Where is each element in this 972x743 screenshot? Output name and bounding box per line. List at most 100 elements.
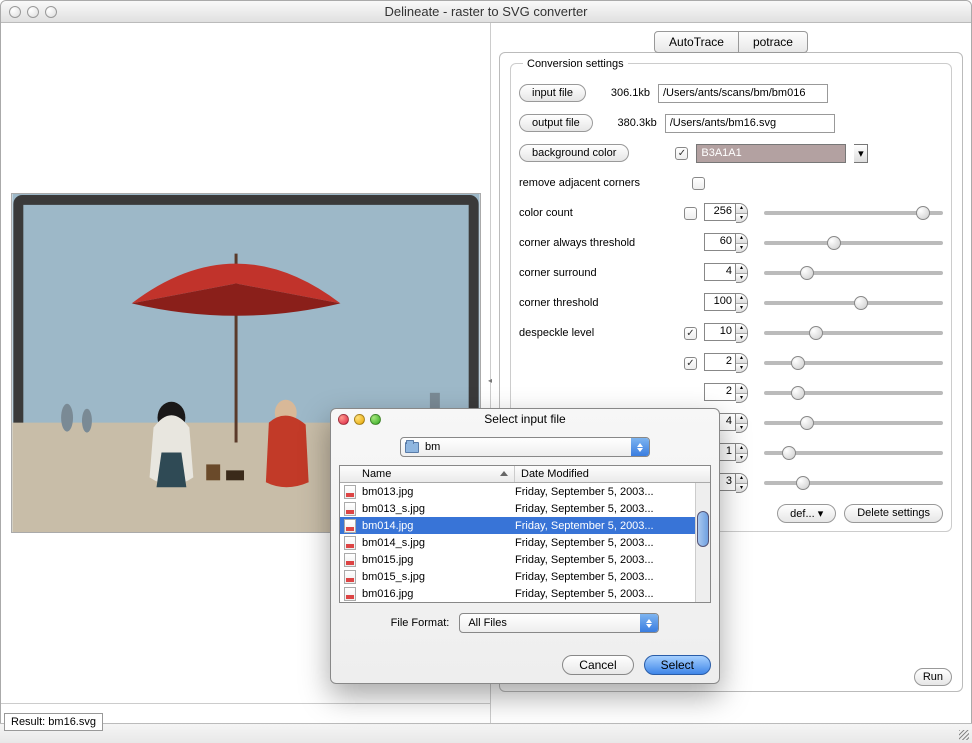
bgcolor-button[interactable]: background color — [519, 144, 629, 162]
spin-up-icon[interactable]: ▴ — [736, 324, 747, 333]
file-name: bm014_s.jpg — [360, 537, 515, 549]
setting-spinner[interactable]: 256 ▴▾ — [704, 203, 748, 223]
fieldset-legend: Conversion settings — [523, 58, 628, 70]
spin-up-icon[interactable]: ▴ — [736, 234, 747, 243]
spinner-value[interactable]: 100 — [704, 293, 736, 311]
spin-down-icon[interactable]: ▾ — [736, 423, 747, 432]
spinner-value[interactable]: 2 — [704, 353, 736, 371]
file-row[interactable]: bm014.jpg Friday, September 5, 2003... — [340, 517, 710, 534]
file-row[interactable]: bm016.jpg Friday, September 5, 2003... — [340, 585, 710, 602]
file-row[interactable]: bm014_s.jpg Friday, September 5, 2003... — [340, 534, 710, 551]
spinner-value[interactable]: 60 — [704, 233, 736, 251]
spin-up-icon[interactable]: ▴ — [736, 444, 747, 453]
bgcolor-checkbox[interactable]: ✓ — [675, 147, 688, 160]
spinner-value[interactable]: 2 — [704, 383, 736, 401]
delete-settings-button[interactable]: Delete settings — [844, 504, 943, 523]
spin-up-icon[interactable]: ▴ — [736, 414, 747, 423]
input-file-button[interactable]: input file — [519, 84, 586, 102]
file-date: Friday, September 5, 2003... — [515, 588, 710, 600]
input-file-path[interactable] — [658, 84, 828, 103]
spin-down-icon[interactable]: ▾ — [736, 273, 747, 282]
slider-thumb[interactable] — [854, 296, 868, 310]
setting-slider[interactable] — [764, 451, 943, 455]
remove-adj-checkbox[interactable] — [692, 177, 705, 190]
folder-name: bm — [425, 441, 440, 453]
select-button[interactable]: Select — [644, 655, 711, 675]
split-handle[interactable]: ◂ — [485, 370, 495, 390]
setting-slider[interactable] — [764, 301, 943, 305]
spinner-value[interactable]: 4 — [704, 263, 736, 281]
setting-spinner[interactable]: 4 ▴▾ — [704, 263, 748, 283]
window-title: Delineate - raster to SVG converter — [1, 4, 971, 19]
slider-thumb[interactable] — [809, 326, 823, 340]
spin-up-icon[interactable]: ▴ — [736, 264, 747, 273]
spin-down-icon[interactable]: ▾ — [736, 393, 747, 402]
file-name: bm015_s.jpg — [360, 571, 515, 583]
slider-thumb[interactable] — [791, 356, 805, 370]
column-name[interactable]: Name — [340, 466, 515, 482]
setting-slider[interactable] — [764, 331, 943, 335]
spin-down-icon[interactable]: ▾ — [736, 333, 747, 342]
slider-thumb[interactable] — [827, 236, 841, 250]
setting-slider[interactable] — [764, 481, 943, 485]
format-select[interactable]: All Files — [459, 613, 659, 633]
slider-thumb[interactable] — [791, 386, 805, 400]
output-file-size: 380.3kb — [601, 117, 657, 129]
spinner-value[interactable]: 10 — [704, 323, 736, 341]
dialog-titlebar: Select input file — [331, 409, 719, 429]
file-row[interactable]: bm015_s.jpg Friday, September 5, 2003... — [340, 568, 710, 585]
spinner-value[interactable]: 256 — [704, 203, 736, 221]
slider-thumb[interactable] — [800, 416, 814, 430]
file-row[interactable]: bm013_s.jpg Friday, September 5, 2003... — [340, 500, 710, 517]
setting-slider[interactable] — [764, 241, 943, 245]
converter-tabs: AutoTrace potrace — [499, 31, 963, 53]
slider-thumb[interactable] — [782, 446, 796, 460]
setting-spinner[interactable]: 10 ▴▾ — [704, 323, 748, 343]
output-file-button[interactable]: output file — [519, 114, 593, 132]
output-file-path[interactable] — [665, 114, 835, 133]
spin-down-icon[interactable]: ▾ — [736, 243, 747, 252]
spin-up-icon[interactable]: ▴ — [736, 294, 747, 303]
spin-down-icon[interactable]: ▾ — [736, 303, 747, 312]
spin-down-icon[interactable]: ▾ — [736, 453, 747, 462]
setting-spinner[interactable]: 2 ▴▾ — [704, 383, 748, 403]
scroll-thumb[interactable] — [697, 511, 709, 547]
resize-handle-icon[interactable] — [956, 727, 970, 741]
setting-spinner[interactable]: 2 ▴▾ — [704, 353, 748, 373]
cancel-button[interactable]: Cancel — [562, 655, 633, 675]
setting-slider[interactable] — [764, 391, 943, 395]
slider-thumb[interactable] — [800, 266, 814, 280]
file-row[interactable]: bm013.jpg Friday, September 5, 2003... — [340, 483, 710, 500]
setting-row: corner surround 4 ▴▾ — [519, 258, 943, 288]
setting-checkbox[interactable] — [684, 207, 697, 220]
defaults-button[interactable]: def... ▾ — [777, 504, 836, 523]
file-date: Friday, September 5, 2003... — [515, 537, 710, 549]
file-row[interactable]: bm015.jpg Friday, September 5, 2003... — [340, 551, 710, 568]
file-scrollbar[interactable] — [695, 483, 710, 602]
spin-up-icon[interactable]: ▴ — [736, 474, 747, 483]
spin-up-icon[interactable]: ▴ — [736, 384, 747, 393]
setting-checkbox[interactable]: ✓ — [684, 357, 697, 370]
spin-down-icon[interactable]: ▾ — [736, 213, 747, 222]
setting-spinner[interactable]: 100 ▴▾ — [704, 293, 748, 313]
tab-autotrace[interactable]: AutoTrace — [654, 31, 739, 53]
file-icon — [344, 536, 356, 550]
setting-spinner[interactable]: 60 ▴▾ — [704, 233, 748, 253]
spin-up-icon[interactable]: ▴ — [736, 354, 747, 363]
spin-down-icon[interactable]: ▾ — [736, 363, 747, 372]
bgcolor-value[interactable]: B3A1A1 — [696, 144, 846, 163]
slider-thumb[interactable] — [796, 476, 810, 490]
run-button[interactable]: Run — [914, 668, 952, 686]
bgcolor-dropdown[interactable]: ▾ — [854, 144, 868, 163]
folder-select[interactable]: bm — [400, 437, 650, 457]
setting-slider[interactable] — [764, 361, 943, 365]
setting-slider[interactable] — [764, 211, 943, 215]
spin-up-icon[interactable]: ▴ — [736, 204, 747, 213]
slider-thumb[interactable] — [916, 206, 930, 220]
setting-slider[interactable] — [764, 421, 943, 425]
setting-slider[interactable] — [764, 271, 943, 275]
column-date[interactable]: Date Modified — [515, 466, 710, 482]
spin-down-icon[interactable]: ▾ — [736, 483, 747, 492]
setting-checkbox[interactable]: ✓ — [684, 327, 697, 340]
tab-potrace[interactable]: potrace — [739, 31, 808, 53]
